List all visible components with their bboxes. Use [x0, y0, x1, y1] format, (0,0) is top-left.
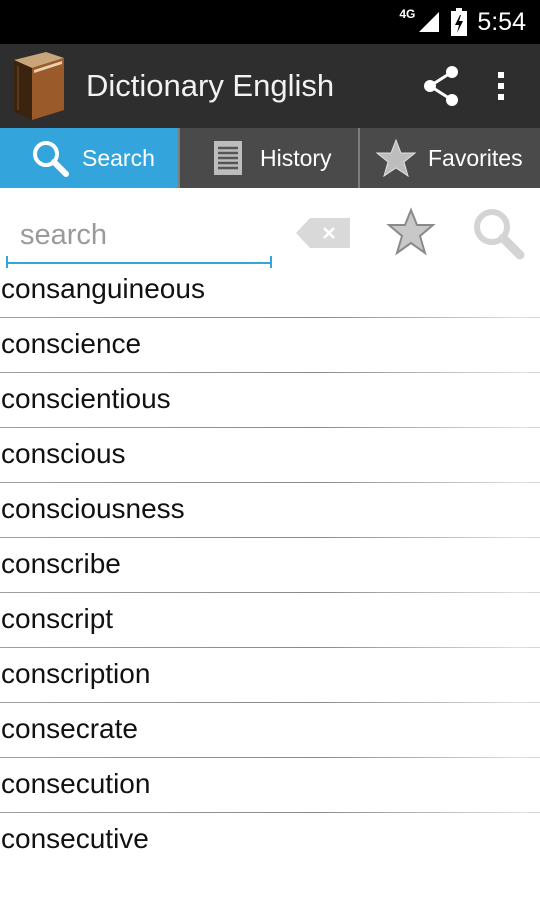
search-input[interactable]	[8, 208, 270, 264]
list-item[interactable]: conscience	[0, 318, 540, 373]
signal-icon	[419, 12, 440, 32]
list-item[interactable]: consecution	[0, 758, 540, 813]
book-logo-icon[interactable]	[6, 50, 70, 122]
word-list: consanguineous conscience conscientious …	[0, 263, 540, 868]
list-icon	[214, 141, 242, 175]
tab-favorites-label: Favorites	[428, 144, 523, 171]
app-title: Dictionary English	[86, 68, 335, 103]
list-item[interactable]: conscribe	[0, 538, 540, 593]
overflow-menu-icon[interactable]	[486, 62, 518, 110]
star-icon[interactable]	[386, 207, 436, 257]
tab-search-label: Search	[82, 144, 155, 171]
clock: 5:54	[477, 7, 526, 36]
tab-bar: Search History Favorites	[0, 128, 540, 188]
list-item[interactable]: conscription	[0, 648, 540, 703]
clear-icon[interactable]	[296, 214, 352, 252]
battery-icon	[451, 8, 468, 36]
tab-history[interactable]: History	[180, 128, 358, 188]
tab-history-label: History	[260, 144, 332, 171]
status-icons: 4G 5:54	[399, 0, 526, 44]
tab-favorites[interactable]: Favorites	[360, 128, 540, 188]
app-bar: Dictionary English	[0, 44, 540, 128]
list-item[interactable]: conscript	[0, 593, 540, 648]
list-item[interactable]: consciousness	[0, 483, 540, 538]
network-type: 4G	[399, 7, 416, 21]
list-item[interactable]: conscious	[0, 428, 540, 483]
list-item[interactable]: consanguineous	[0, 263, 540, 318]
status-bar: 4G 5:54	[0, 0, 540, 44]
star-icon	[376, 138, 416, 178]
list-item[interactable]: consecutive	[0, 813, 540, 868]
list-item[interactable]: conscientious	[0, 373, 540, 428]
tab-search[interactable]: Search	[0, 128, 178, 188]
share-icon[interactable]	[418, 62, 466, 110]
search-icon[interactable]	[470, 205, 526, 261]
list-item[interactable]: consecrate	[0, 703, 540, 758]
search-icon	[33, 141, 69, 177]
